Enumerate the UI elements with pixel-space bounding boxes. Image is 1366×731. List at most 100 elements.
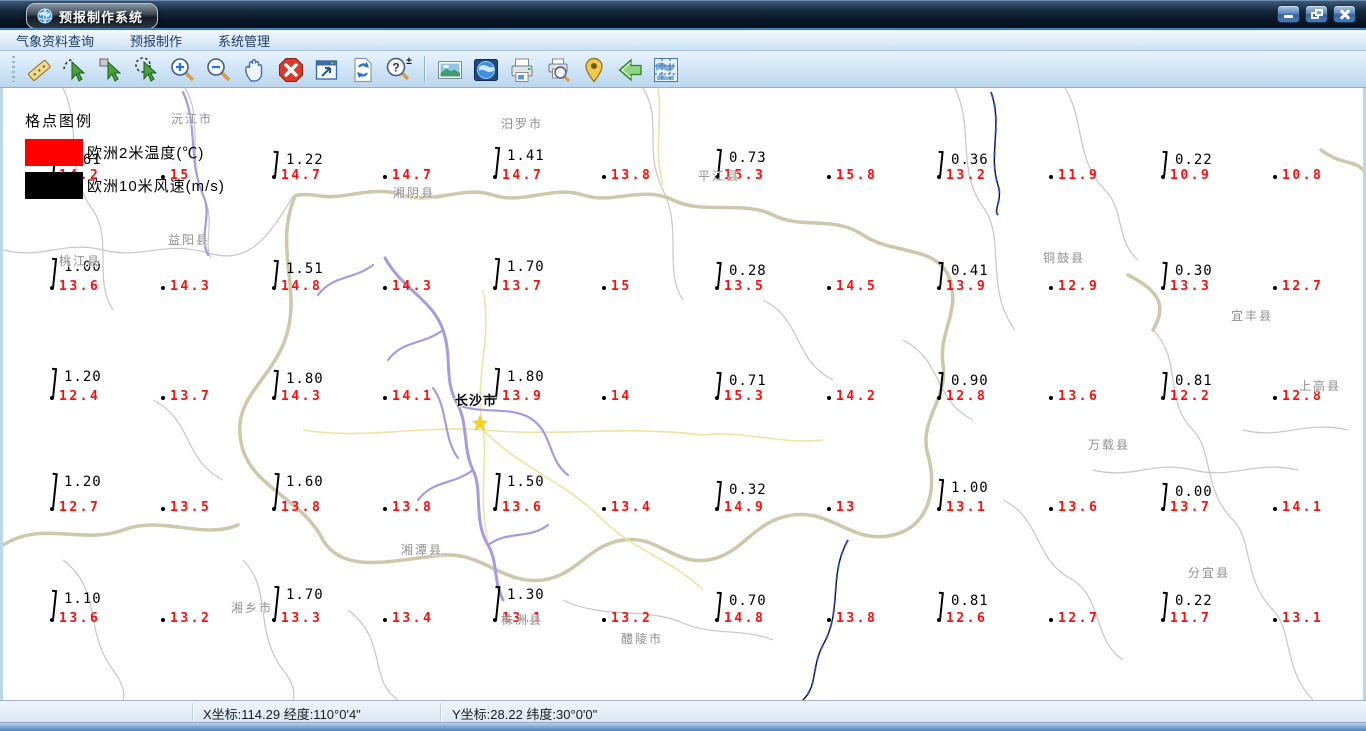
grid-point-dot xyxy=(272,175,276,179)
temperature-value: 14.3 xyxy=(281,389,323,404)
county-label: 分宜县 xyxy=(1188,566,1231,580)
temperature-value: 13.8 xyxy=(836,611,878,626)
grid-point-dot xyxy=(602,175,606,179)
app-title-tab: 预报制作系统 xyxy=(26,3,159,29)
temperature-value: 13.2 xyxy=(946,168,988,183)
svg-text:±: ± xyxy=(406,56,412,67)
grid-point-dot xyxy=(272,618,276,622)
temperature-value: 11.7 xyxy=(1170,611,1212,626)
temperature-value: 12.6 xyxy=(946,611,988,626)
wind-speed-value: 0.81 xyxy=(951,593,989,609)
grid-point-dot xyxy=(602,618,606,622)
grid-point-dot xyxy=(827,175,831,179)
legend-item-temperature: 欧洲2米温度(℃) xyxy=(25,139,225,166)
toolbar-grip[interactable] xyxy=(12,56,15,82)
menu-forecast-production[interactable]: 预报制作 xyxy=(126,29,186,52)
temperature-value: 13.4 xyxy=(611,500,653,515)
close-button[interactable] xyxy=(1333,5,1356,23)
temperature-value: 13.1 xyxy=(946,500,988,515)
temperature-value: 13.3 xyxy=(1170,279,1212,294)
wind-speed-value: 1.20 xyxy=(64,474,102,490)
grid-point-dot xyxy=(937,507,941,511)
temperature-value: 13.2 xyxy=(611,611,653,626)
wind-speed-value: 1.22 xyxy=(286,152,324,168)
grid-point-dot xyxy=(161,396,165,400)
placemark-icon[interactable] xyxy=(578,54,610,84)
grid-point-dot xyxy=(1273,175,1277,179)
temperature-swatch xyxy=(25,139,83,166)
grid-point-dot xyxy=(383,286,387,290)
temperature-value: 13 xyxy=(836,500,857,515)
temperature-value: 15.8 xyxy=(836,168,878,183)
window-controls xyxy=(1277,5,1356,23)
menu-weather-data-query[interactable]: 气象资料查询 xyxy=(12,29,98,52)
grid-point-dot xyxy=(1049,286,1053,290)
temperature-value: 14.7 xyxy=(281,168,323,183)
temperature-value: 13.6 xyxy=(1058,389,1100,404)
temperature-value: 10.9 xyxy=(1170,168,1212,183)
windspeed-swatch xyxy=(25,172,83,199)
globe-icon[interactable] xyxy=(470,54,502,84)
grid-point-dot xyxy=(827,286,831,290)
grid-point-dot xyxy=(602,286,606,290)
toolbar-separator xyxy=(424,56,425,82)
grid-point-dot xyxy=(50,618,54,622)
grid-point-dot xyxy=(1161,175,1165,179)
temperature-value: 13.7 xyxy=(502,279,544,294)
grid-point-dot xyxy=(602,507,606,511)
refresh-icon[interactable] xyxy=(347,54,379,84)
temperature-value: 12.4 xyxy=(59,389,101,404)
grid-point-dot xyxy=(827,507,831,511)
grid-point-dot xyxy=(827,618,831,622)
forecast-app-window: 预报制作系统 气象资料查询 预报制作 系统管理 ? ± 15 1.22 14.7… xyxy=(0,0,1366,731)
temperature-value: 14.8 xyxy=(281,279,323,294)
temperature-value: 13.5 xyxy=(724,279,766,294)
map-canvas[interactable]: 0.6114.2151.2214.714.71.4114.713.80.7315… xyxy=(0,88,1366,700)
temperature-value: 14 xyxy=(611,389,632,404)
identify-icon[interactable]: ? ± xyxy=(383,54,415,84)
zoom-in-icon[interactable] xyxy=(167,54,199,84)
grid-point-dot xyxy=(493,618,497,622)
select-rect-icon[interactable] xyxy=(95,54,127,84)
temperature-value: 12.7 xyxy=(1058,611,1100,626)
wind-speed-value: 1.80 xyxy=(286,371,324,387)
temperature-value: 12.7 xyxy=(59,500,101,515)
legend-label-temperature: 欧洲2米温度(℃) xyxy=(87,145,205,162)
county-label: 平江县 xyxy=(698,169,741,183)
temperature-value: 13.8 xyxy=(281,500,323,515)
grid-point-dot xyxy=(1049,396,1053,400)
menu-system-management[interactable]: 系统管理 xyxy=(214,29,274,52)
print-icon[interactable] xyxy=(506,54,538,84)
temperature-value: 13.9 xyxy=(502,389,544,404)
temperature-value: 12.2 xyxy=(1170,389,1212,404)
wind-speed-value: 1.70 xyxy=(286,587,324,603)
print-preview-icon[interactable] xyxy=(542,54,574,84)
county-label: 万载县 xyxy=(1088,438,1131,452)
county-label: 汨罗市 xyxy=(501,117,544,131)
pan-hand-icon[interactable] xyxy=(239,54,271,84)
grid-point-dot xyxy=(1161,507,1165,511)
back-icon[interactable] xyxy=(614,54,646,84)
full-extent-icon[interactable] xyxy=(311,54,343,84)
stop-icon[interactable] xyxy=(275,54,307,84)
zoom-out-icon[interactable] xyxy=(203,54,235,84)
grid-point-dot xyxy=(1273,507,1277,511)
wind-speed-value: 1.10 xyxy=(64,591,102,607)
grid-manager-icon[interactable] xyxy=(650,54,682,84)
minimize-button[interactable] xyxy=(1277,5,1300,23)
wind-speed-value: 0.73 xyxy=(729,150,767,166)
measure-icon[interactable] xyxy=(23,54,55,84)
temperature-value: 12.7 xyxy=(1282,279,1324,294)
grid-point-dot xyxy=(50,286,54,290)
select-circle-icon[interactable] xyxy=(131,54,163,84)
grid-point-dot xyxy=(161,286,165,290)
grid-point-dot xyxy=(272,396,276,400)
wind-speed-value: 0.30 xyxy=(1175,263,1213,279)
grid-point-dot xyxy=(715,286,719,290)
grid-point-dot xyxy=(937,175,941,179)
temperature-value: 13.8 xyxy=(611,168,653,183)
restore-button[interactable] xyxy=(1305,5,1328,23)
select-arc-icon[interactable] xyxy=(59,54,91,84)
export-image-icon[interactable] xyxy=(434,54,466,84)
grid-point-dot xyxy=(937,286,941,290)
